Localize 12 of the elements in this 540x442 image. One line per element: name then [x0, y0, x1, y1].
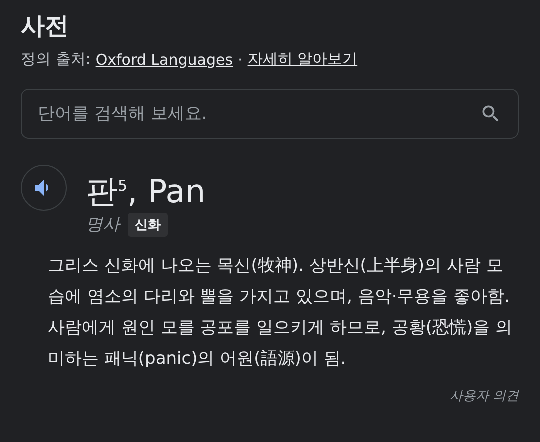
definition-text: 그리스 신화에 나오는 목신(牧神). 상반신(上半身)의 사람 모습에 염소의 다리와 뿔을 가지고 있으며, 음악·무용을 좋아함. 사람에게 원인 모를 공포를 일으키게 하므로, 공황(恐慌)을 의미하는 패닉(panic)의 어원(語源)이 됨. [48, 254, 513, 371]
feedback-link[interactable]: 사용자 의견 [450, 386, 519, 405]
source-link[interactable]: Oxford Languages [96, 50, 234, 68]
search-field[interactable]: 단어를 검색해 보세요. [21, 89, 519, 139]
separator-dot: · [238, 50, 243, 68]
source-label: 정의 출처: [21, 50, 91, 69]
headword: 판$^{5}$, Pan [86, 172, 206, 213]
pronunciation-button[interactable] [21, 165, 67, 211]
subject-tag: 신화 [128, 212, 168, 237]
part-of-speech: 명사 [86, 214, 120, 236]
learn-more-link[interactable]: 자세히 알아보기 [248, 50, 358, 69]
dictionary-title: 사전 [21, 11, 70, 42]
